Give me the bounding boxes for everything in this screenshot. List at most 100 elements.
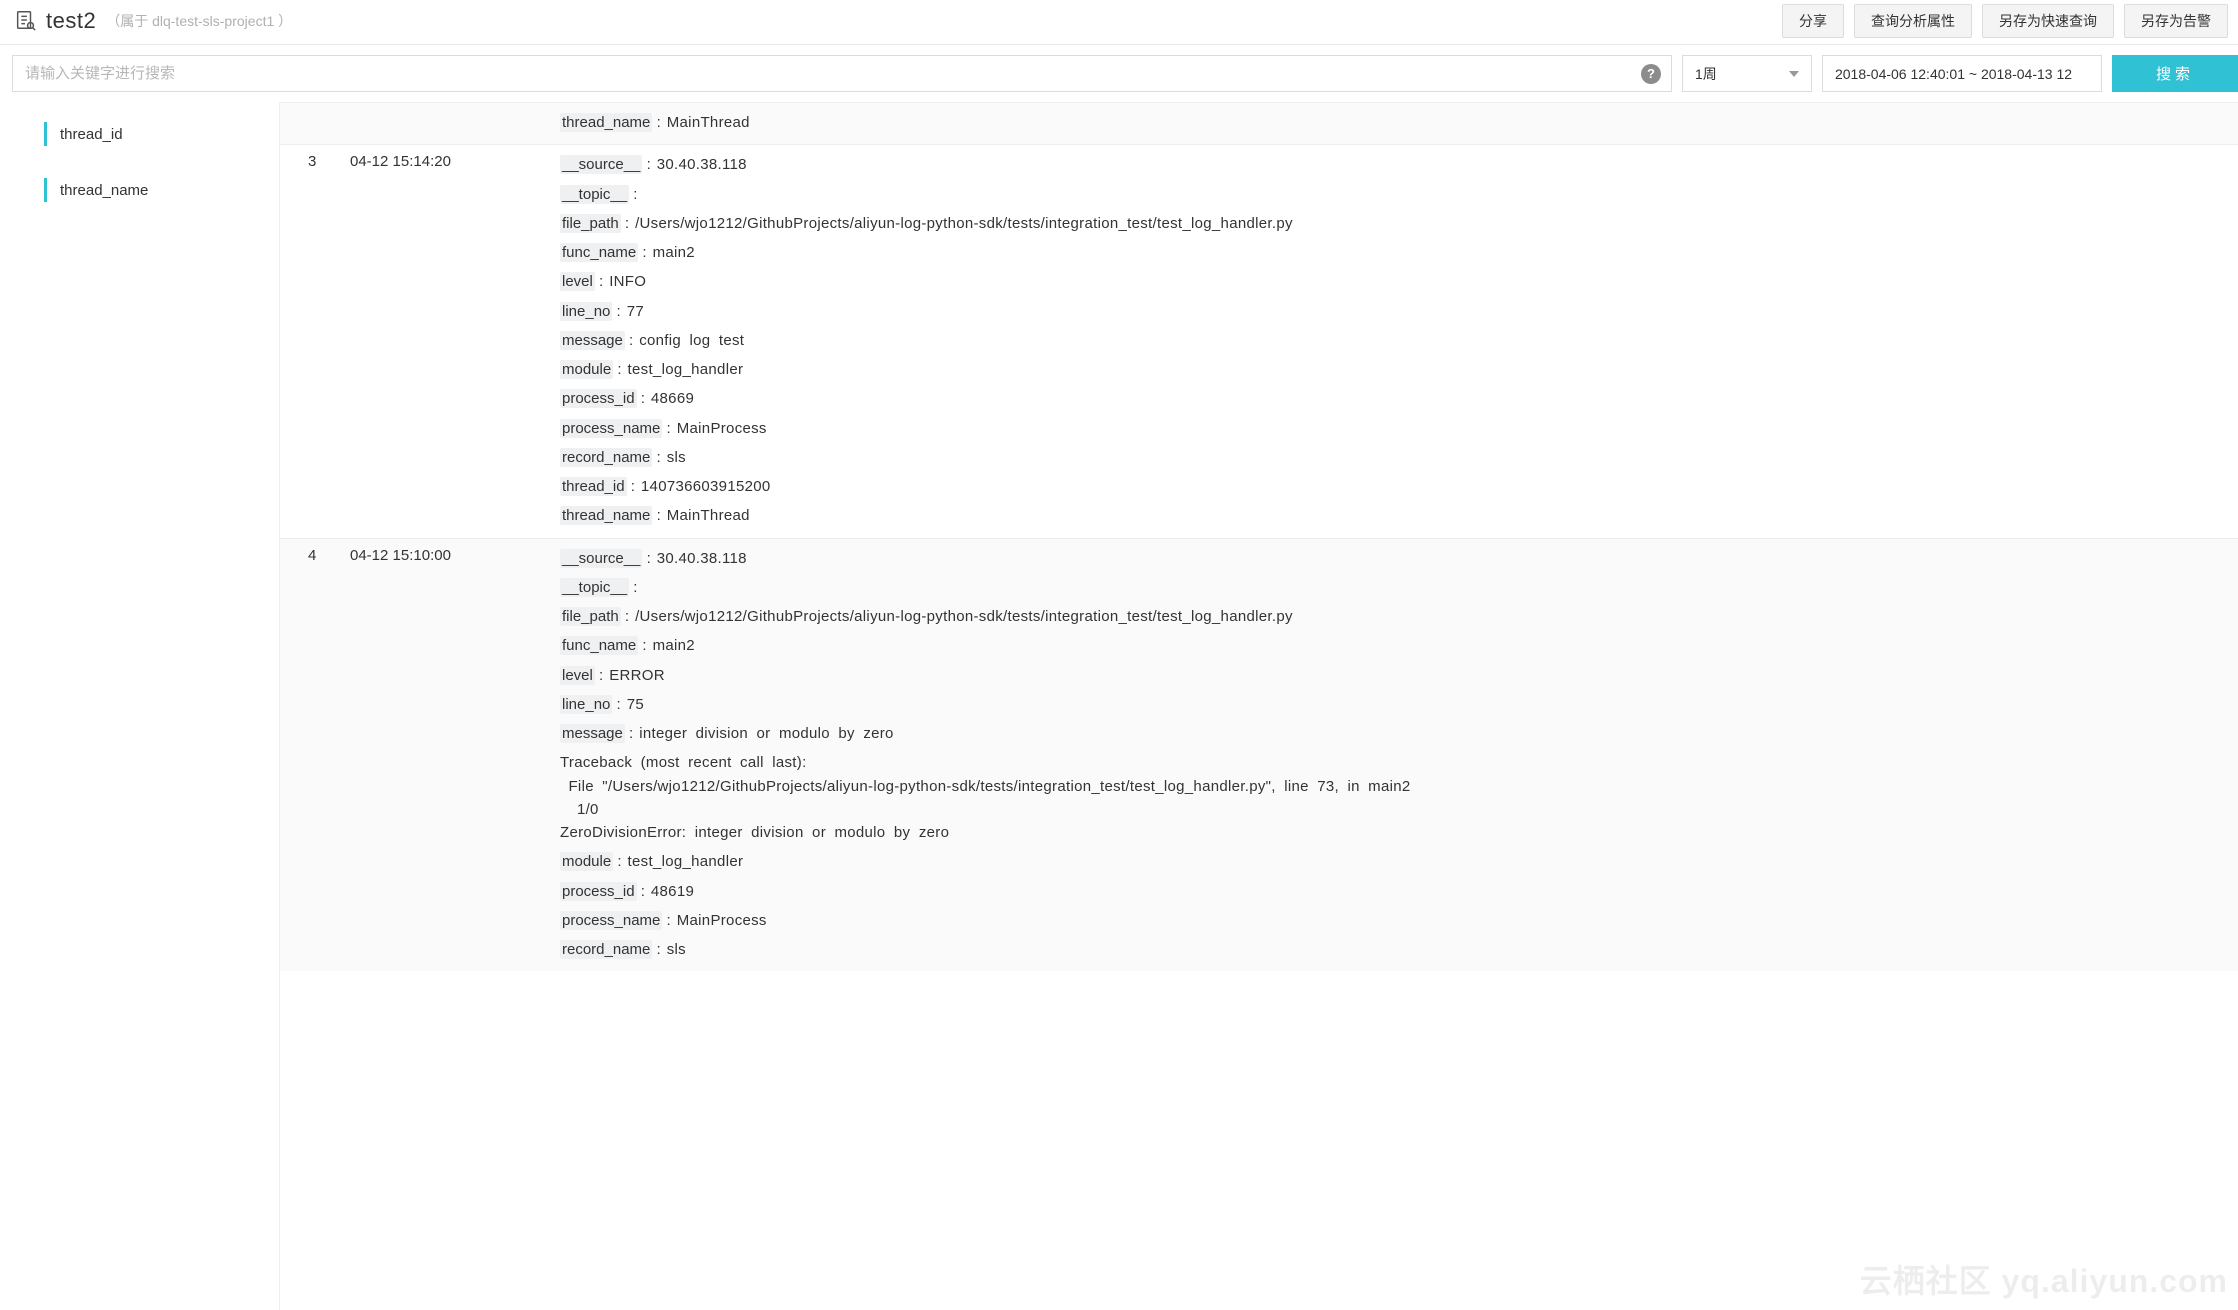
log-time: 04-12 15:14:20 [340,145,550,538]
share-button[interactable]: 分享 [1782,4,1844,38]
save-quick-query-button[interactable]: 另存为快速查询 [1982,4,2114,38]
time-range-select[interactable]: 1周 [1682,55,1812,92]
log-field-separator: : [595,667,603,684]
chevron-down-icon [1789,71,1799,77]
log-field-key[interactable]: module [560,360,613,379]
log-field-key[interactable]: file_path [560,607,621,626]
log-field-key[interactable]: level [560,666,595,685]
log-index: 3 [280,145,340,538]
log-field: __topic__ : [560,576,2228,599]
time-range-selected: 1周 [1695,64,1717,84]
log-field-key[interactable]: message [560,331,625,350]
help-icon[interactable]: ? [1641,64,1661,84]
search-button[interactable]: 搜索 [2112,55,2238,92]
log-field-key[interactable]: message [560,724,625,743]
log-content: thread_name :MainThread [550,103,2238,145]
log-field: line_no :77 [560,300,2228,323]
log-field: record_name :sls [560,446,2228,469]
log-field-value: ERROR [603,667,665,684]
log-field-key[interactable]: __source__ [560,549,642,568]
log-field-value: test_log_handler [622,853,744,870]
log-field-key[interactable]: thread_name [560,113,652,132]
log-content: __source__ :30.40.38.118 __topic__ : file_… [550,145,2238,538]
search-input[interactable] [13,56,1641,91]
log-field-key[interactable]: process_id [560,389,637,408]
save-alert-button[interactable]: 另存为告警 [2124,4,2228,38]
log-field-key[interactable]: record_name [560,940,652,959]
log-field-key[interactable]: func_name [560,636,638,655]
log-field: thread_name :MainThread [560,111,2228,134]
sidebar-item-thread-name[interactable]: thread_name [0,162,279,218]
log-field: process_name :MainProcess [560,909,2228,932]
log-time [340,103,550,145]
log-field-separator: : [642,156,650,173]
log-field: process_id :48619 [560,880,2228,903]
log-field-separator: : [613,853,621,870]
log-field: __source__ :30.40.38.118 [560,153,2228,176]
log-field: thread_id :140736603915200 [560,475,2228,498]
log-index: 4 [280,538,340,971]
log-field-separator: : [625,725,633,742]
log-field-key[interactable]: level [560,272,595,291]
log-field-separator: : [652,114,660,131]
log-field-separator: : [638,637,646,654]
log-field-key[interactable]: thread_name [560,506,652,525]
log-field-key[interactable]: func_name [560,243,638,262]
log-field-value: MainThread [661,114,750,131]
log-time: 04-12 15:10:00 [340,538,550,971]
log-field-value [637,579,643,596]
log-field-value: 77 [621,303,644,320]
log-field-separator: : [662,912,670,929]
log-field-value: INFO [603,273,646,290]
log-field-value: MainProcess [671,912,767,929]
log-field-key[interactable]: module [560,852,613,871]
log-field-separator: : [595,273,603,290]
log-field-key[interactable]: file_path [560,214,621,233]
log-field: record_name :sls [560,938,2228,961]
log-field-key[interactable]: __topic__ [560,185,629,204]
log-field-separator: : [652,449,660,466]
search-bar: ? 1周 2018-04-06 12:40:01 ~ 2018-04-13 12… [0,45,2238,102]
log-field-key[interactable]: thread_id [560,477,627,496]
sidebar-item-thread-id[interactable]: thread_id [0,106,279,162]
page-header: test2 （属于 dlq-test-sls-project1 ） 分享 查询分… [0,0,2238,45]
log-table-container: thread_name :MainThread304-12 15:14:20__… [280,102,2238,1310]
log-field-separator: : [642,550,650,567]
log-content: __source__ :30.40.38.118__topic__ :file_… [550,538,2238,971]
page-title: test2 [46,8,96,34]
log-field-value [637,186,643,203]
log-field-separator: : [638,244,646,261]
log-field-value: main2 [647,637,695,654]
log-field-key[interactable]: __source__ [560,155,642,174]
log-field-separator: : [637,883,645,900]
log-field-separator: : [637,390,645,407]
log-field: func_name :main2 [560,241,2228,264]
log-field: module :test_log_handler [560,850,2228,873]
log-field-key[interactable]: __topic__ [560,578,629,597]
log-field-key[interactable]: line_no [560,695,612,714]
body: thread_id thread_name thread_name :MainT… [0,102,2238,1310]
page-subtitle: （属于 dlq-test-sls-project1 ） [106,11,292,31]
log-field-key[interactable]: process_name [560,911,662,930]
log-field-separator: : [652,941,660,958]
log-field-key[interactable]: record_name [560,448,652,467]
log-field-key[interactable]: process_id [560,882,637,901]
log-field: func_name :main2 [560,634,2228,657]
log-field-separator: : [621,608,629,625]
logstore-icon [14,9,36,34]
log-field-separator: : [612,696,620,713]
table-row: thread_name :MainThread [280,103,2238,145]
log-field-key[interactable]: line_no [560,302,612,321]
log-field-separator: : [662,420,670,437]
log-traceback: Traceback (most recent call last): File … [560,751,2228,844]
log-field: process_id :48669 [560,387,2228,410]
log-field-value: 48619 [645,883,694,900]
log-field-key[interactable]: process_name [560,419,662,438]
log-field-value: main2 [647,244,695,261]
time-range-display[interactable]: 2018-04-06 12:40:01 ~ 2018-04-13 12 [1822,55,2102,92]
log-field: __topic__ : [560,183,2228,206]
sidebar-item-label: thread_name [44,182,148,199]
query-attributes-button[interactable]: 查询分析属性 [1854,4,1972,38]
log-field-value: 30.40.38.118 [651,550,747,567]
sidebar-item-label: thread_id [44,126,123,143]
